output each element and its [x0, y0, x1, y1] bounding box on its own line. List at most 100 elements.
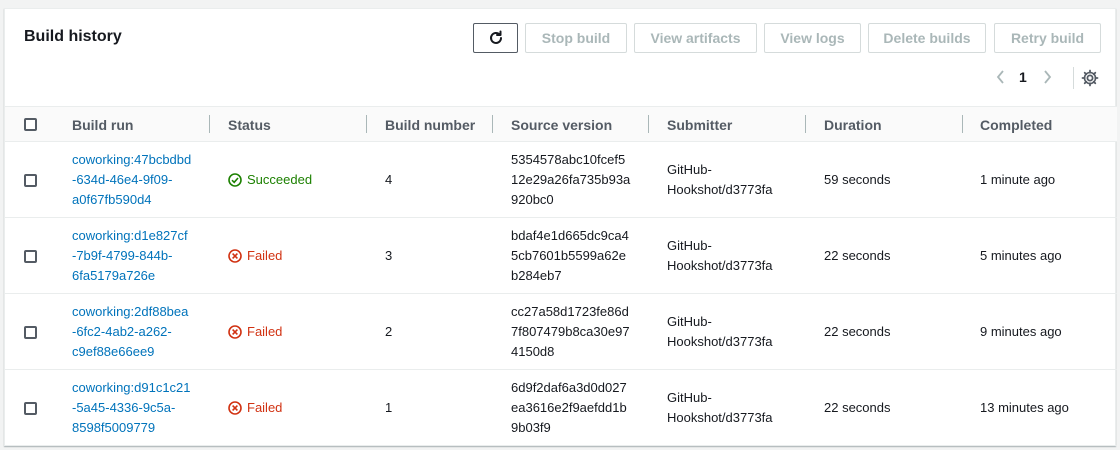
source-line: 5354578abc10fcef5	[511, 152, 626, 167]
column-resizer[interactable]	[648, 115, 649, 133]
row-checkbox[interactable]	[24, 326, 37, 339]
pager-divider	[1073, 67, 1074, 89]
source-line: 6d9f2daf6a3d0d027	[511, 380, 627, 395]
source-version: 5354578abc10fcef5 12e29a26fa735b93a 920b…	[511, 150, 636, 210]
build-run-line[interactable]: -634d-46e4-9f09-	[72, 170, 191, 190]
delete-builds-button[interactable]: Delete builds	[868, 23, 986, 53]
build-run-line[interactable]: coworking:2df88bea	[72, 302, 188, 322]
view-logs-button[interactable]: View logs	[764, 23, 861, 53]
source-line: 5cb7601b5599a62e	[511, 248, 626, 263]
column-completed[interactable]: Completed	[980, 117, 1052, 133]
source-line: 12e29a26fa735b93a	[511, 172, 631, 187]
status-text: Failed	[247, 324, 283, 339]
x-circle-icon	[228, 249, 242, 263]
source-line: ea3616e2f9aefdd1b	[511, 400, 627, 415]
build-run-line[interactable]: a0f67fb590d4	[72, 190, 191, 210]
source-line: b284eb7	[511, 268, 562, 283]
build-run-line[interactable]: c9ef88e66ee9	[72, 342, 188, 362]
check-circle-icon	[228, 173, 242, 187]
status-text: Failed	[247, 400, 283, 415]
column-source-version[interactable]: Source version	[511, 117, 612, 133]
build-number: 1	[385, 400, 393, 415]
source-version: cc27a58d1723fe86d 7f807479b8ca30e97 4150…	[511, 302, 636, 362]
chevron-left-icon[interactable]	[995, 69, 1007, 85]
build-run-link[interactable]: coworking:2df88bea -6fc2-4ab2-a262- c9ef…	[72, 302, 188, 362]
chevron-right-icon[interactable]	[1041, 69, 1053, 85]
source-line: 7f807479b8ca30e97	[511, 324, 630, 339]
completed-time: 1 minute ago	[980, 172, 1056, 187]
pagination: 1	[995, 67, 1053, 87]
submitter: GitHub- Hookshot/d3773fa	[667, 312, 773, 352]
completed-time: 5 minutes ago	[980, 248, 1062, 263]
submitter-line: GitHub-	[667, 162, 712, 177]
select-all-checkbox[interactable]	[24, 118, 37, 131]
completed-time: 9 minutes ago	[980, 324, 1062, 339]
status-text: Succeeded	[247, 172, 313, 187]
column-resizer[interactable]	[492, 115, 493, 133]
source-line: cc27a58d1723fe86d	[511, 304, 629, 319]
build-number: 2	[385, 324, 393, 339]
column-submitter[interactable]: Submitter	[667, 117, 732, 133]
source-version: 6d9f2daf6a3d0d027 ea3616e2f9aefdd1b 9b03…	[511, 378, 636, 438]
column-resizer[interactable]	[962, 115, 963, 133]
status-badge: Failed	[228, 322, 282, 342]
row-checkbox[interactable]	[24, 402, 37, 415]
column-build-number[interactable]: Build number	[385, 117, 475, 133]
column-resizer[interactable]	[209, 115, 210, 133]
submitter-line: Hookshot/d3773fa	[667, 334, 773, 349]
column-duration[interactable]: Duration	[824, 117, 882, 133]
submitter-line: Hookshot/d3773fa	[667, 182, 773, 197]
column-resizer[interactable]	[805, 115, 806, 133]
gear-icon[interactable]	[1081, 69, 1099, 87]
build-run-line[interactable]: coworking:47bcbdbd	[72, 150, 191, 170]
view-artifacts-button[interactable]: View artifacts	[634, 23, 757, 53]
page-title: Build history	[24, 28, 122, 45]
submitter-line: Hookshot/d3773fa	[667, 410, 773, 425]
status-badge: Failed	[228, 398, 282, 418]
build-run-line[interactable]: -5a45-4336-9c5a-	[72, 398, 191, 418]
refresh-icon	[489, 30, 502, 44]
build-run-line[interactable]: coworking:d1e827cf	[72, 226, 188, 246]
duration: 22 seconds	[824, 324, 891, 339]
source-line: 9b03f9	[511, 420, 551, 435]
x-circle-icon	[228, 325, 242, 339]
duration: 22 seconds	[824, 400, 891, 415]
stop-build-button[interactable]: Stop build	[525, 23, 627, 53]
column-build-run[interactable]: Build run	[72, 117, 133, 133]
build-run-line[interactable]: coworking:d91c1c21	[72, 378, 191, 398]
build-run-line[interactable]: 8598f5009779	[72, 418, 191, 438]
submitter-line: Hookshot/d3773fa	[667, 258, 773, 273]
build-run-link[interactable]: coworking:d1e827cf -7b9f-4799-844b- 6fa5…	[72, 226, 188, 286]
build-run-link[interactable]: coworking:d91c1c21 -5a45-4336-9c5a- 8598…	[72, 378, 191, 438]
table-row: coworking:47bcbdbd -634d-46e4-9f09- a0f6…	[5, 142, 1117, 218]
status-text: Failed	[247, 248, 283, 263]
duration: 22 seconds	[824, 248, 891, 263]
submitter-line: GitHub-	[667, 238, 712, 253]
build-run-link[interactable]: coworking:47bcbdbd -634d-46e4-9f09- a0f6…	[72, 150, 191, 210]
source-line: 920bc0	[511, 192, 554, 207]
column-resizer[interactable]	[366, 115, 367, 133]
row-checkbox[interactable]	[24, 250, 37, 263]
row-checkbox[interactable]	[24, 174, 37, 187]
build-run-line[interactable]: -6fc2-4ab2-a262-	[72, 322, 188, 342]
source-line: 4150d8	[511, 344, 555, 359]
x-circle-icon	[228, 401, 242, 415]
status-badge: Failed	[228, 246, 282, 266]
build-history-panel: Build history Stop build View artifacts …	[4, 8, 1117, 446]
completed-time: 13 minutes ago	[980, 400, 1069, 415]
table-row: coworking:2df88bea -6fc2-4ab2-a262- c9ef…	[5, 294, 1117, 370]
page-number[interactable]: 1	[1019, 69, 1027, 85]
refresh-button[interactable]	[473, 23, 518, 53]
submitter: GitHub- Hookshot/d3773fa	[667, 236, 773, 276]
column-status[interactable]: Status	[228, 117, 271, 133]
table-row: coworking:d91c1c21 -5a45-4336-9c5a- 8598…	[5, 370, 1117, 446]
submitter-line: GitHub-	[667, 390, 712, 405]
status-badge: Succeeded	[228, 170, 312, 190]
source-line: bdaf4e1d665dc9ca4	[511, 228, 629, 243]
source-version: bdaf4e1d665dc9ca4 5cb7601b5599a62e b284e…	[511, 226, 636, 286]
submitter-line: GitHub-	[667, 314, 712, 329]
build-run-line[interactable]: -7b9f-4799-844b-	[72, 246, 188, 266]
table-header: Build run Status Build number Source ver…	[5, 106, 1117, 142]
retry-build-button[interactable]: Retry build	[994, 23, 1101, 53]
build-run-line[interactable]: 6fa5179a726e	[72, 266, 188, 286]
